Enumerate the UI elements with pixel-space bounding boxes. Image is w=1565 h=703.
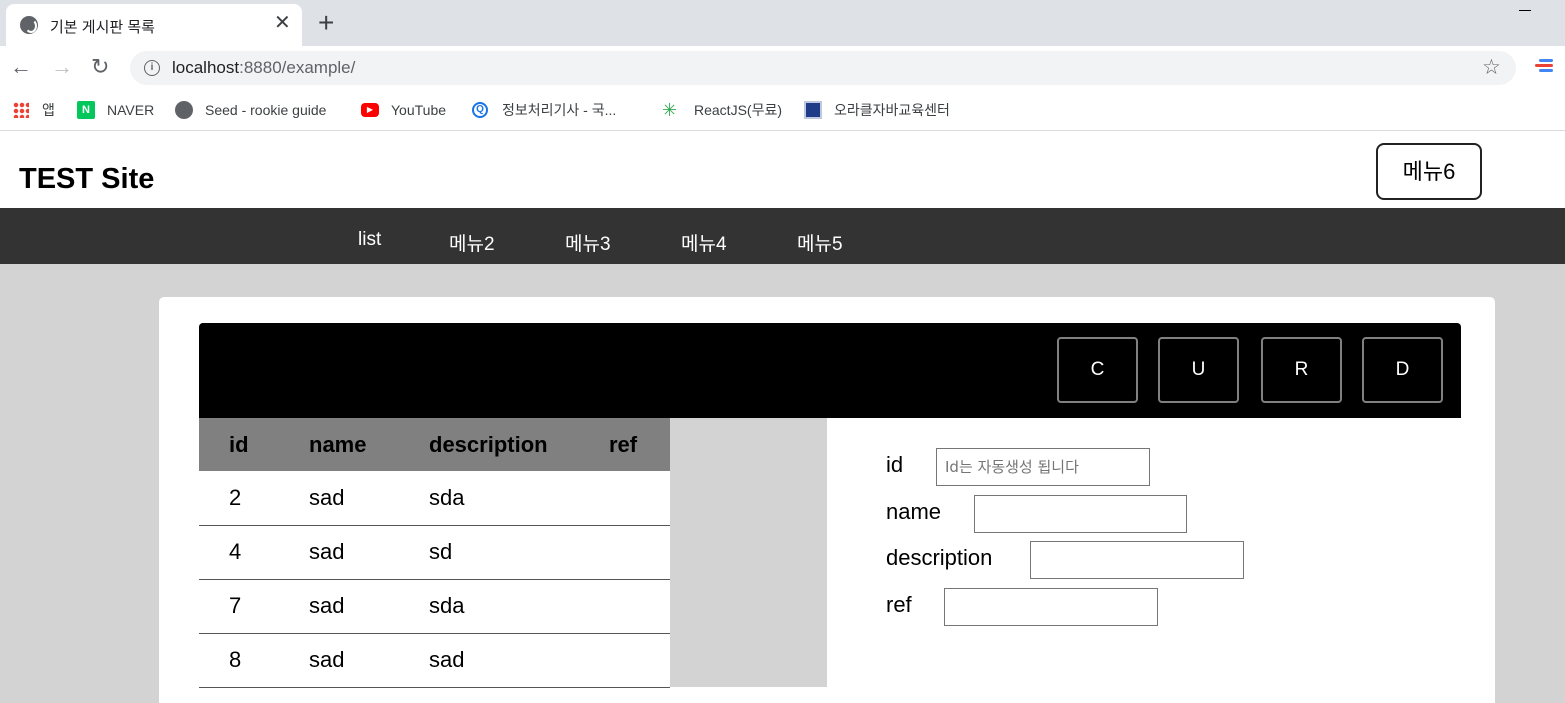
table-header-row: id name description ref — [199, 418, 670, 471]
bookmark-label: 정보처리기사 - 국... — [502, 102, 617, 118]
nav-item-menu2[interactable]: 메뉴2 — [449, 229, 495, 256]
url-text[interactable]: localhost:8880/example/ — [172, 58, 355, 78]
browser-toolbar: ← → ↻ i localhost:8880/example/ ☆ — [0, 46, 1565, 90]
react-icon: ✳ — [662, 100, 678, 120]
cell-ref — [609, 525, 670, 580]
address-bar[interactable]: i localhost:8880/example/ ☆ — [130, 51, 1516, 85]
cell-description: sda — [429, 579, 609, 634]
column-header-id[interactable]: id — [199, 418, 309, 471]
cell-description: sda — [429, 471, 609, 526]
cell-id: 4 — [199, 525, 309, 580]
ref-label: ref — [886, 592, 912, 617]
create-button[interactable]: C — [1057, 337, 1138, 403]
nav-item-menu4[interactable]: 메뉴4 — [681, 229, 727, 256]
minimize-icon[interactable] — [1519, 10, 1531, 11]
extension-icon[interactable] — [1535, 59, 1555, 77]
nav-item-list[interactable]: list — [358, 229, 381, 251]
column-header-description[interactable]: description — [429, 418, 609, 471]
reload-icon[interactable]: ↻ — [91, 56, 109, 78]
tab-title: 기본 게시판 목록 — [50, 19, 155, 36]
info-icon[interactable]: i — [144, 60, 160, 76]
id-label: id — [886, 452, 904, 477]
site-title[interactable]: TEST Site — [19, 163, 154, 196]
bookmark-seed[interactable]: Seed - rookie guide — [175, 100, 327, 120]
description-label: description — [886, 545, 993, 570]
new-tab-button[interactable]: + — [318, 8, 334, 38]
nav-item-menu5[interactable]: 메뉴5 — [797, 229, 843, 256]
bookmark-apps[interactable]: 앱 — [13, 100, 55, 120]
bookmark-label: NAVER — [107, 102, 155, 118]
name-field[interactable] — [974, 495, 1187, 533]
bookmark-naver[interactable]: N NAVER — [77, 100, 155, 120]
list-area: id name description ref 2 sad sda 4 sad … — [199, 418, 827, 688]
url-path: :8880/example/ — [239, 58, 356, 77]
table-row[interactable]: 4 sad sd — [199, 525, 670, 580]
crud-toolbar: C U R D — [199, 323, 1461, 418]
column-header-name[interactable]: name — [309, 418, 429, 471]
cell-id: 2 — [199, 471, 309, 526]
cell-ref — [609, 633, 670, 688]
bookmark-label: Seed - rookie guide — [205, 102, 327, 118]
bookmark-label: ReactJS(무료) — [694, 102, 782, 118]
url-host: localhost — [172, 58, 240, 77]
bookmark-oracle-java[interactable]: 오라클자바교육센터 — [804, 100, 950, 120]
bookmark-info-processing[interactable]: Q 정보처리기사 - 국... — [472, 100, 617, 120]
bookmark-label: 앱 — [42, 102, 55, 118]
table-row[interactable]: 7 sad sda — [199, 579, 670, 634]
bookmarks-bar: 앱 N NAVER Seed - rookie guide ▶ YouTube … — [0, 90, 1565, 131]
cell-description: sad — [429, 633, 609, 688]
bookmark-label: 오라클자바교육센터 — [834, 102, 950, 118]
delete-button[interactable]: D — [1362, 337, 1443, 403]
read-button[interactable]: R — [1261, 337, 1342, 403]
table-row[interactable]: 8 sad sad — [199, 633, 670, 688]
bookmark-label: YouTube — [391, 102, 447, 118]
tab-close-icon[interactable]: ✕ — [274, 13, 291, 33]
cell-description: sd — [429, 525, 609, 580]
cell-name: sad — [309, 633, 429, 688]
oracle-java-icon — [804, 101, 822, 119]
ref-field[interactable] — [944, 588, 1158, 626]
update-button[interactable]: U — [1158, 337, 1239, 403]
detail-form: id name description ref — [827, 418, 1461, 703]
cell-ref — [609, 579, 670, 634]
youtube-icon: ▶ — [361, 103, 379, 117]
main-navbar: list 메뉴2 메뉴3 메뉴4 메뉴5 — [0, 208, 1565, 264]
name-label: name — [886, 499, 942, 524]
cell-id: 8 — [199, 633, 309, 688]
search-icon: Q — [472, 102, 488, 118]
nav-item-menu3[interactable]: 메뉴3 — [565, 229, 611, 256]
site-header: TEST Site 메뉴6 — [0, 132, 1565, 208]
description-field[interactable] — [1030, 541, 1244, 579]
cell-id: 7 — [199, 579, 309, 634]
bookmark-reactjs[interactable]: ✳ ReactJS(무료) — [662, 100, 782, 120]
browser-tabstrip: 기본 게시판 목록 ✕ + — [0, 0, 1565, 46]
browser-tab[interactable]: 기본 게시판 목록 ✕ — [6, 4, 302, 46]
column-header-ref[interactable]: ref — [609, 418, 670, 471]
globe-icon — [175, 101, 193, 119]
table-row[interactable]: 2 sad sda — [199, 471, 670, 526]
cell-name: sad — [309, 525, 429, 580]
naver-icon: N — [77, 101, 95, 119]
cell-ref — [609, 471, 670, 526]
forward-arrow-icon[interactable]: → — [51, 56, 73, 78]
cell-name: sad — [309, 471, 429, 526]
apps-grid-icon — [13, 102, 29, 118]
board-table: id name description ref 2 sad sda 4 sad … — [199, 418, 670, 688]
back-arrow-icon[interactable]: ← — [10, 56, 32, 78]
cell-name: sad — [309, 579, 429, 634]
bookmark-youtube[interactable]: ▶ YouTube — [361, 100, 447, 120]
globe-icon — [20, 16, 38, 34]
menu6-button[interactable]: 메뉴6 — [1376, 143, 1482, 200]
id-field[interactable] — [936, 448, 1150, 486]
bookmark-star-icon[interactable]: ☆ — [1482, 55, 1501, 80]
